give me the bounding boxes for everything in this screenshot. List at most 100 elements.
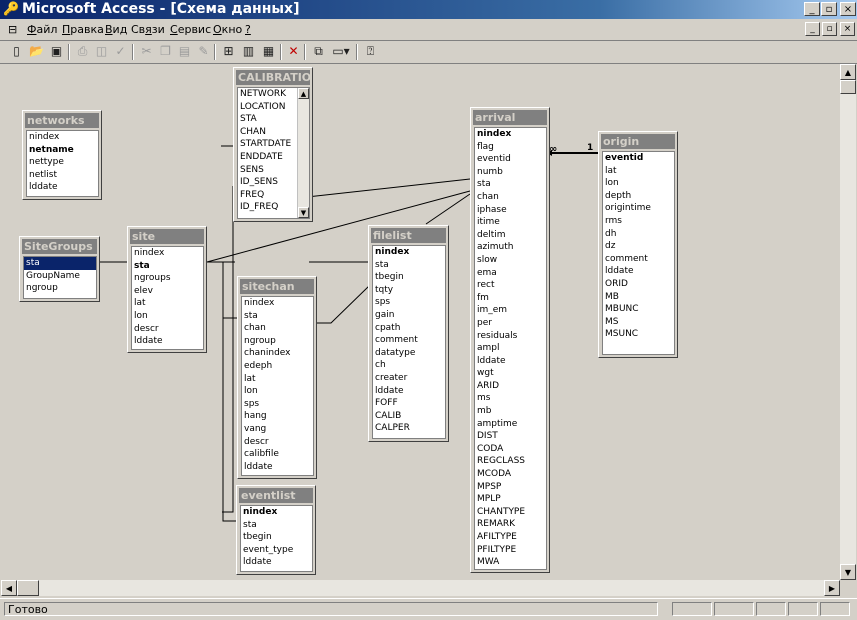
- relationships-window-icon[interactable]: ⊟: [8, 22, 17, 37]
- table-title[interactable]: site: [130, 229, 204, 244]
- field-sitechan-9[interactable]: hang: [242, 410, 313, 423]
- table-title[interactable]: networks: [25, 113, 99, 128]
- vertical-scrollbar[interactable]: ▲ ▼: [840, 64, 856, 580]
- field-sitechan-1[interactable]: sta: [242, 310, 313, 323]
- mdi-close-button[interactable]: ×: [840, 22, 855, 36]
- field-eventlist-3[interactable]: event_type: [241, 544, 312, 557]
- field-arrival-34[interactable]: MWA: [475, 556, 546, 569]
- field-list[interactable]: nindex sta tbegin event_type lddate: [240, 505, 313, 572]
- scroll-thumb[interactable]: [840, 80, 856, 94]
- field-eventlist-0[interactable]: nindex: [241, 506, 312, 519]
- field-sitechan-0[interactable]: nindex: [242, 297, 313, 310]
- scroll-down-icon[interactable]: ▼: [298, 207, 309, 218]
- spelling-icon[interactable]: ✓: [112, 43, 129, 60]
- menu-window[interactable]: Окно: [213, 22, 242, 37]
- field-arrival-21[interactable]: ms: [475, 392, 546, 405]
- field-list[interactable]: sta GroupName ngroup: [23, 256, 97, 299]
- field-arrival-4[interactable]: sta: [475, 178, 546, 191]
- show-direct-icon[interactable]: ▥: [240, 43, 257, 60]
- save-icon[interactable]: ▣: [48, 43, 65, 60]
- table-title[interactable]: sitechan: [240, 279, 314, 294]
- paste-icon[interactable]: ▤: [176, 43, 193, 60]
- field-sitechan-12[interactable]: calibfile: [242, 448, 313, 461]
- field-networks-0[interactable]: nindex: [27, 131, 98, 144]
- field-filelist-1[interactable]: sta: [373, 259, 445, 272]
- field-arrival-24[interactable]: DIST: [475, 430, 546, 443]
- field-filelist-8[interactable]: datatype: [373, 347, 445, 360]
- field-filelist-6[interactable]: cpath: [373, 322, 445, 335]
- field-list-scrollbar[interactable]: ▲ ▼: [297, 88, 309, 218]
- field-origin-11[interactable]: MB: [603, 291, 674, 304]
- field-list[interactable]: eventid lat lon depth origintime rms dh dz comme…: [602, 151, 675, 355]
- table-arrival[interactable]: arrival nindex flag eventid numb sta chan ipha…: [470, 107, 550, 573]
- field-origin-5[interactable]: rms: [603, 215, 674, 228]
- field-networks-1[interactable]: netname: [27, 144, 98, 157]
- field-list[interactable]: nindex sta chan ngroup chanindex edeph lat lon s…: [241, 296, 314, 476]
- field-arrival-3[interactable]: numb: [475, 166, 546, 179]
- mdi-restore-button[interactable]: ▫: [822, 22, 837, 36]
- field-sitechan-3[interactable]: ngroup: [242, 335, 313, 348]
- field-arrival-25[interactable]: CODA: [475, 443, 546, 456]
- table-title[interactable]: CALIBRATION: [236, 70, 310, 85]
- scroll-up-icon[interactable]: ▲: [840, 64, 856, 80]
- field-filelist-11[interactable]: lddate: [373, 385, 445, 398]
- table-eventlist[interactable]: eventlist nindex sta tbegin event_type lddat…: [236, 485, 316, 575]
- field-arrival-5[interactable]: chan: [475, 191, 546, 204]
- new-object-icon[interactable]: ⧉: [310, 43, 327, 60]
- field-sitechan-6[interactable]: lat: [242, 373, 313, 386]
- field-arrival-28[interactable]: MPSP: [475, 481, 546, 494]
- field-filelist-4[interactable]: sps: [373, 296, 445, 309]
- field-arrival-33[interactable]: PFILTYPE: [475, 544, 546, 557]
- field-site-6[interactable]: descr: [132, 323, 203, 336]
- field-origin-10[interactable]: ORID: [603, 278, 674, 291]
- close-button[interactable]: ×: [840, 2, 856, 16]
- help-icon[interactable]: ⍰: [362, 43, 379, 60]
- field-arrival-20[interactable]: ARID: [475, 380, 546, 393]
- field-filelist-7[interactable]: comment: [373, 334, 445, 347]
- field-origin-4[interactable]: origintime: [603, 202, 674, 215]
- field-eventlist-1[interactable]: sta: [241, 519, 312, 532]
- restore-button[interactable]: ▫: [821, 2, 837, 16]
- field-filelist-10[interactable]: creater: [373, 372, 445, 385]
- field-networks-4[interactable]: lddate: [27, 181, 98, 194]
- field-eventlist-4[interactable]: lddate: [241, 556, 312, 569]
- cut-icon[interactable]: ✂: [138, 43, 155, 60]
- menu-help[interactable]: ?: [245, 22, 251, 37]
- menu-tools[interactable]: Сервис: [170, 22, 211, 37]
- show-all-icon[interactable]: ▦: [260, 43, 277, 60]
- menu-edit[interactable]: Правка: [62, 22, 104, 37]
- print-preview-icon[interactable]: ◫: [93, 43, 110, 60]
- field-arrival-13[interactable]: fm: [475, 292, 546, 305]
- table-title[interactable]: arrival: [473, 110, 547, 125]
- field-arrival-10[interactable]: slow: [475, 254, 546, 267]
- field-origin-3[interactable]: depth: [603, 190, 674, 203]
- format-painter-icon[interactable]: ✎: [195, 43, 212, 60]
- table-origin[interactable]: origin eventid lat lon depth origintime rms dh…: [598, 131, 678, 358]
- table-title[interactable]: origin: [601, 134, 675, 149]
- field-filelist-14[interactable]: CALPER: [373, 422, 445, 435]
- field-arrival-22[interactable]: mb: [475, 405, 546, 418]
- show-table-icon[interactable]: ⊞: [220, 43, 237, 60]
- properties-icon[interactable]: ▭▾: [330, 43, 352, 60]
- table-sitechan[interactable]: sitechan nindex sta chan ngroup chanindex ede…: [237, 276, 317, 479]
- field-site-2[interactable]: ngroups: [132, 272, 203, 285]
- field-site-7[interactable]: lddate: [132, 335, 203, 348]
- field-eventlist-2[interactable]: tbegin: [241, 531, 312, 544]
- table-calibration[interactable]: CALIBRATION NETWORKLOCATIONSTACHANSTARTD…: [233, 67, 313, 222]
- scroll-right-icon[interactable]: ▶: [824, 580, 840, 596]
- field-filelist-13[interactable]: CALIB: [373, 410, 445, 423]
- field-list[interactable]: nindex netname nettype netlist lddate: [26, 130, 99, 197]
- mdi-minimize-button[interactable]: _: [805, 22, 820, 36]
- open-icon[interactable]: 📂: [28, 43, 45, 60]
- field-list[interactable]: nindex sta ngroups elev lat lon descr lddate: [131, 246, 204, 350]
- table-site[interactable]: site nindex sta ngroups elev lat lon descr ldda…: [127, 226, 207, 353]
- field-networks-2[interactable]: nettype: [27, 156, 98, 169]
- field-arrival-18[interactable]: lddate: [475, 355, 546, 368]
- table-filelist[interactable]: filelist nindex sta tbegin tqty sps gain cpath…: [368, 225, 449, 442]
- horizontal-scrollbar[interactable]: ◀ ▶: [1, 580, 840, 596]
- field-list[interactable]: NETWORK LOCATION STA CHAN STARTDATE ENDDATE SE…: [237, 87, 310, 219]
- field-arrival-31[interactable]: REMARK: [475, 518, 546, 531]
- field-arrival-0[interactable]: nindex: [475, 128, 546, 141]
- field-filelist-0[interactable]: nindex: [373, 246, 445, 259]
- scroll-up-icon[interactable]: ▲: [298, 88, 309, 99]
